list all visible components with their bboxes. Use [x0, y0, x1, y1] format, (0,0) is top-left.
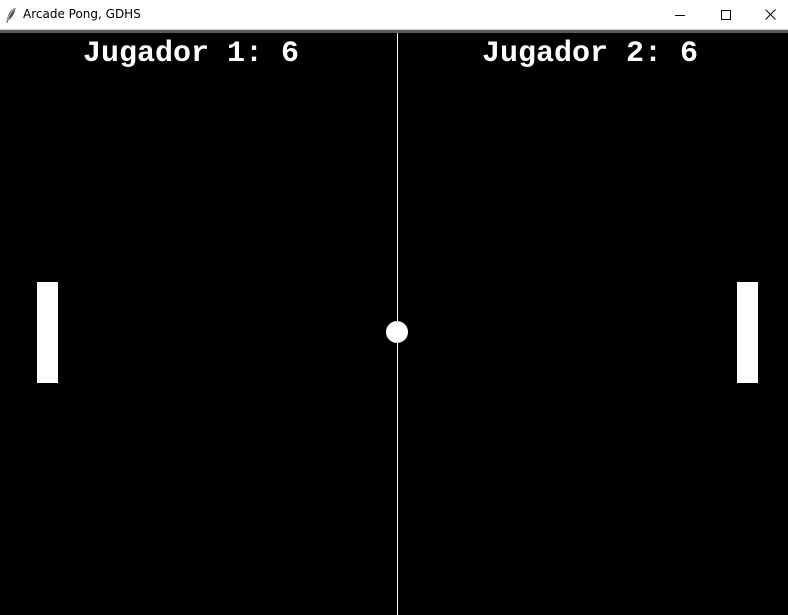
window-title: Arcade Pong, GDHS — [23, 7, 141, 21]
ball — [386, 321, 408, 343]
feather-icon — [5, 7, 17, 23]
score-player-1: Jugador 1: 6 — [83, 37, 300, 71]
score-player-2: Jugador 2: 6 — [482, 37, 699, 71]
minimize-button[interactable] — [657, 0, 703, 29]
game-window: Arcade Pong, GDHS Jugador 1: 6 Jugador 2… — [0, 0, 788, 615]
close-icon — [764, 5, 776, 24]
maximize-icon — [721, 5, 731, 24]
minimize-icon — [675, 5, 685, 24]
paddle-right — [737, 282, 758, 383]
maximize-button[interactable] — [703, 0, 749, 29]
title-bar[interactable]: Arcade Pong, GDHS — [0, 0, 788, 30]
game-canvas[interactable]: Jugador 1: 6 Jugador 2: 6 — [0, 33, 788, 615]
paddle-left — [37, 282, 58, 383]
close-button[interactable] — [747, 0, 788, 29]
